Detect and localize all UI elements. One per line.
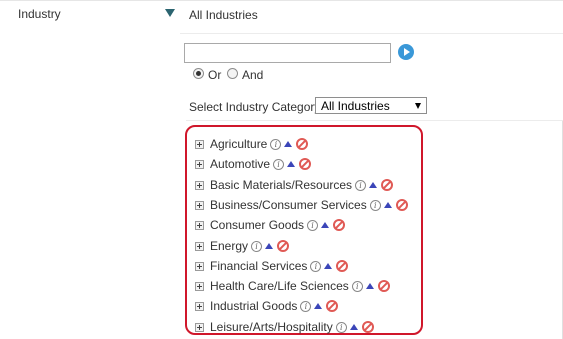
radio-or[interactable] <box>193 68 204 79</box>
selected-industries-summary[interactable]: All Industries <box>189 8 258 22</box>
industry-label[interactable]: Automotive <box>210 157 270 171</box>
up-triangle-icon[interactable] <box>321 222 330 228</box>
up-triangle-icon[interactable] <box>324 263 333 269</box>
top-divider <box>0 0 563 1</box>
industry-tree-item[interactable]: Consumer Goods i <box>195 218 346 232</box>
plus-box-icon[interactable] <box>195 180 204 190</box>
plus-box-icon[interactable] <box>195 281 204 291</box>
up-triangle-icon[interactable] <box>265 243 274 249</box>
plus-box-icon[interactable] <box>195 301 204 311</box>
plus-box-icon[interactable] <box>195 241 204 251</box>
industry-tree-item[interactable]: Health Care/Life Sciences i <box>195 279 390 293</box>
industry-tree-item[interactable]: Agriculture i <box>195 137 309 151</box>
plus-box-icon[interactable] <box>195 220 204 230</box>
block-icon[interactable] <box>395 199 408 211</box>
industry-label[interactable]: Industrial Goods <box>210 299 297 313</box>
block-icon[interactable] <box>326 300 339 312</box>
info-icon[interactable]: i <box>273 158 285 170</box>
industry-tree-item[interactable]: Business/Consumer Services i <box>195 198 408 212</box>
radio-or-label[interactable]: Or <box>208 68 221 82</box>
plus-box-icon[interactable] <box>195 159 204 169</box>
info-icon[interactable]: i <box>270 138 282 150</box>
info-icon[interactable]: i <box>251 240 263 252</box>
industry-label[interactable]: Business/Consumer Services <box>210 198 367 212</box>
industry-tree-item[interactable]: Energy i <box>195 239 290 253</box>
chevron-down-icon <box>415 103 421 109</box>
block-icon[interactable] <box>296 138 309 150</box>
industry-tree-item[interactable]: Financial Services i <box>195 259 349 273</box>
industry-tree-item[interactable]: Automotive i <box>195 157 312 171</box>
block-icon[interactable] <box>336 260 349 272</box>
industry-search-input[interactable] <box>184 43 391 63</box>
info-icon[interactable]: i <box>351 280 363 292</box>
up-triangle-icon[interactable] <box>369 182 378 188</box>
plus-box-icon[interactable] <box>195 200 204 210</box>
industry-label[interactable]: Leisure/Arts/Hospitality <box>210 320 333 334</box>
section-divider <box>186 120 563 121</box>
info-icon[interactable]: i <box>369 199 381 211</box>
industry-tree-item[interactable]: Industrial Goods i <box>195 299 339 313</box>
block-icon[interactable] <box>361 321 374 333</box>
block-icon[interactable] <box>277 240 290 252</box>
block-icon[interactable] <box>333 219 346 231</box>
category-select-value: All Industries <box>321 99 390 113</box>
industry-label[interactable]: Financial Services <box>210 259 307 273</box>
industry-field-label: Industry <box>18 7 61 21</box>
industry-category-select[interactable]: All Industries <box>315 97 427 114</box>
triangle-down-icon[interactable] <box>165 9 175 17</box>
plus-box-icon[interactable] <box>195 322 204 332</box>
play-circle-icon[interactable] <box>398 44 414 60</box>
up-triangle-icon[interactable] <box>284 141 293 147</box>
radio-and[interactable] <box>227 68 238 79</box>
info-icon[interactable]: i <box>335 321 347 333</box>
industry-tree-item[interactable]: Leisure/Arts/Hospitality i <box>195 320 374 334</box>
industry-label[interactable]: Health Care/Life Sciences <box>210 279 349 293</box>
info-icon[interactable]: i <box>307 219 319 231</box>
industry-label[interactable]: Energy <box>210 239 248 253</box>
info-icon[interactable]: i <box>310 260 322 272</box>
up-triangle-icon[interactable] <box>349 324 358 330</box>
category-select-label: Select Industry Category <box>189 100 321 114</box>
up-triangle-icon[interactable] <box>383 202 392 208</box>
block-icon[interactable] <box>377 280 390 292</box>
industry-label[interactable]: Consumer Goods <box>210 218 304 232</box>
up-triangle-icon[interactable] <box>287 161 296 167</box>
radio-and-label[interactable]: And <box>242 68 263 82</box>
industry-label[interactable]: Basic Materials/Resources <box>210 178 352 192</box>
plus-box-icon[interactable] <box>195 139 204 149</box>
up-triangle-icon[interactable] <box>314 303 323 309</box>
block-icon[interactable] <box>381 179 394 191</box>
industry-tree-item[interactable]: Basic Materials/Resources i <box>195 178 394 192</box>
industry-label[interactable]: Agriculture <box>210 137 267 151</box>
info-icon[interactable]: i <box>355 179 367 191</box>
up-triangle-icon[interactable] <box>365 283 374 289</box>
plus-box-icon[interactable] <box>195 261 204 271</box>
section-divider <box>180 33 563 34</box>
info-icon[interactable]: i <box>300 300 312 312</box>
block-icon[interactable] <box>299 158 312 170</box>
